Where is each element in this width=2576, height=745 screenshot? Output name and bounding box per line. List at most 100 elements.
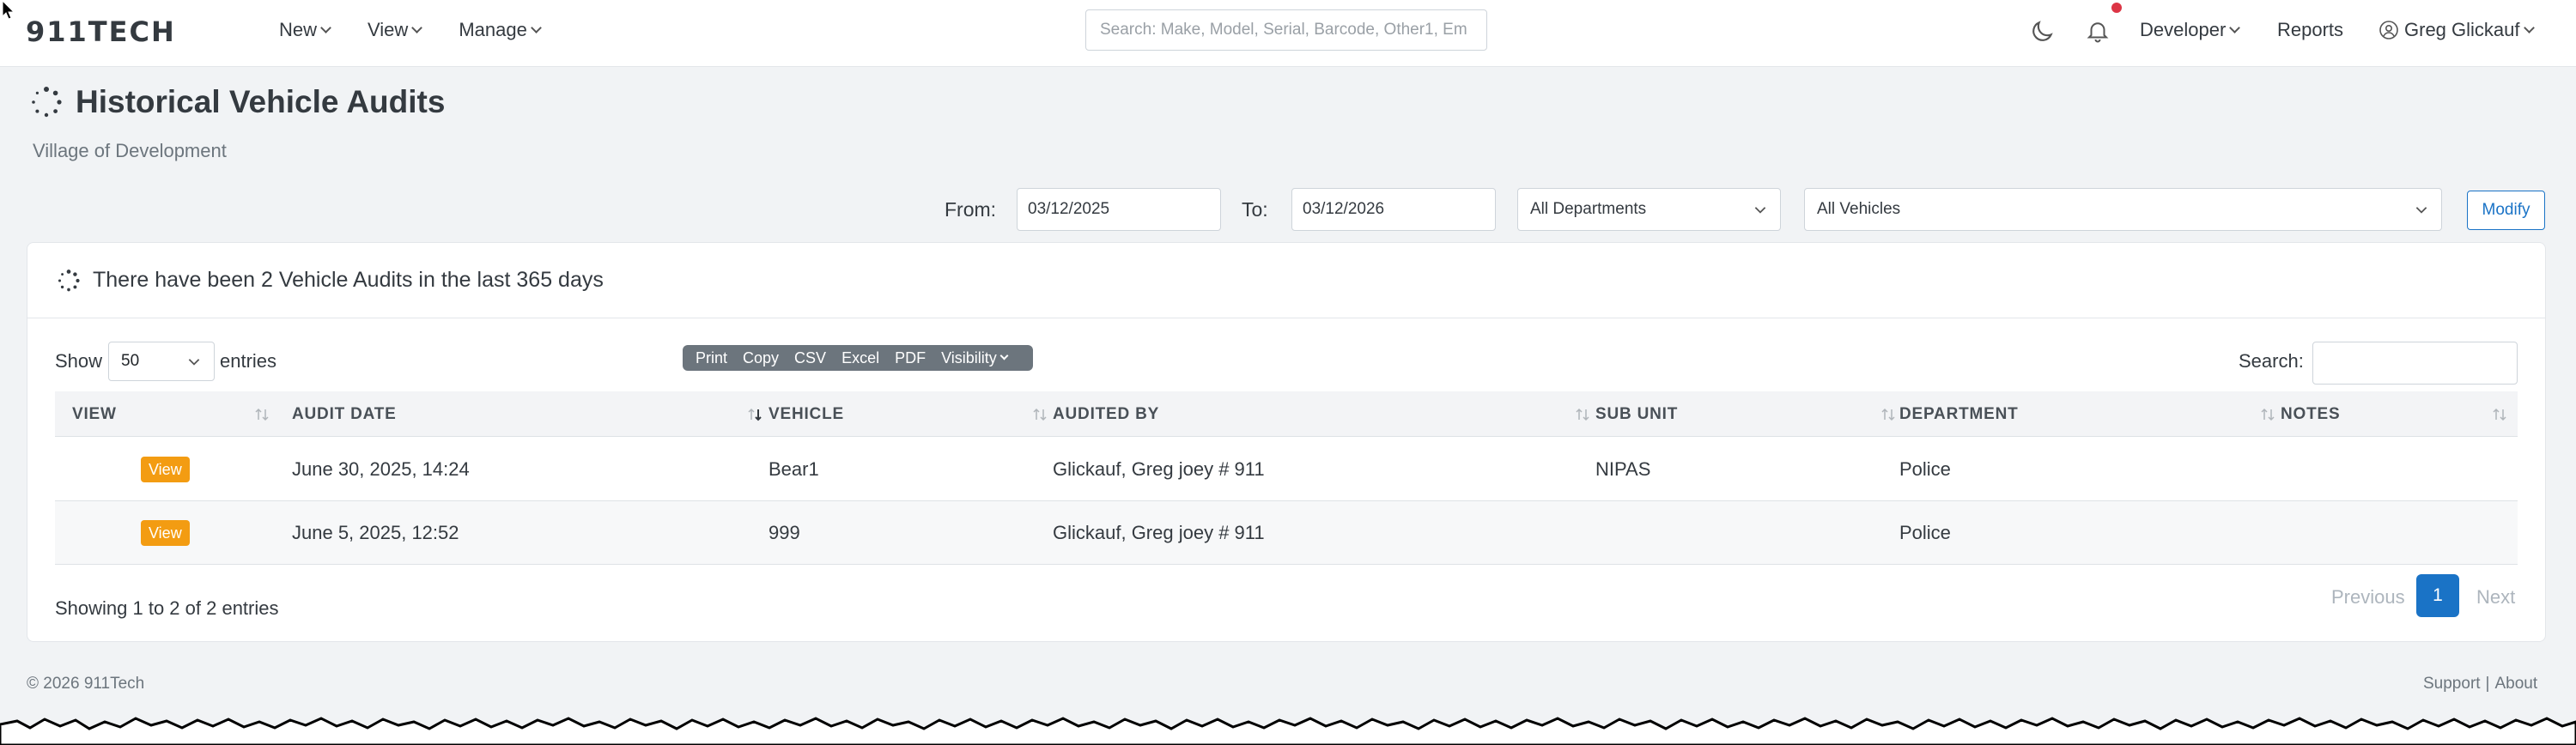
pagination-next[interactable]: Next bbox=[2476, 586, 2515, 609]
chevron-down-icon bbox=[320, 22, 331, 33]
table-row: View June 30, 2025, 14:24 Bear1 Glickauf… bbox=[55, 438, 2518, 501]
chevron-down-icon bbox=[2523, 22, 2535, 33]
page-title: Historical Vehicle Audits bbox=[76, 84, 446, 119]
column-header-sub-unit[interactable]: SUB UNIT bbox=[1595, 391, 1678, 437]
card-header: There have been 2 Vehicle Audits in the … bbox=[27, 243, 2545, 318]
global-search-input[interactable] bbox=[1085, 9, 1487, 51]
entries-select-value: 50 bbox=[121, 352, 140, 370]
vehicle-select-value: All Vehicles bbox=[1817, 200, 1901, 218]
support-link[interactable]: Support bbox=[2423, 675, 2481, 694]
table-row: View June 5, 2025, 12:52 999 Glickauf, G… bbox=[55, 501, 2518, 565]
pdf-button[interactable]: PDF bbox=[887, 345, 933, 371]
export-button-group: Print Copy CSV Excel PDF Visibility bbox=[683, 345, 1033, 371]
menu-view-label: View bbox=[368, 19, 409, 40]
audit-date-cell: June 5, 2025, 12:52 bbox=[292, 522, 459, 543]
sort-icon[interactable] bbox=[252, 405, 271, 424]
audited-by-cell: Glickauf, Greg joey # 911 bbox=[1053, 458, 1265, 480]
dark-mode-moon-icon[interactable] bbox=[2028, 18, 2056, 45]
table-search-input[interactable] bbox=[2312, 342, 2518, 385]
department-cell: Police bbox=[1899, 522, 1951, 543]
table-header-row: VIEW AUDIT DATE VEHICLE AUDITED BY SUB U… bbox=[55, 391, 2518, 437]
chevron-down-icon bbox=[188, 359, 200, 366]
view-audit-button[interactable]: View bbox=[141, 457, 190, 482]
footer-copyright: © 2026 911Tech bbox=[27, 675, 145, 693]
csv-button[interactable]: CSV bbox=[787, 345, 834, 371]
sort-icon[interactable] bbox=[1030, 405, 1049, 424]
audits-card: There have been 2 Vehicle Audits in the … bbox=[27, 242, 2546, 642]
sort-icon[interactable] bbox=[2490, 405, 2509, 424]
column-header-audit-date[interactable]: AUDIT DATE bbox=[292, 391, 397, 437]
sub-unit-cell: NIPAS bbox=[1595, 458, 1651, 480]
pagination-page-1[interactable]: 1 bbox=[2416, 574, 2459, 617]
card-title: There have been 2 Vehicle Audits in the … bbox=[93, 268, 604, 292]
menu-view[interactable]: View bbox=[368, 19, 423, 41]
user-menu-label: Greg Glickauf bbox=[2404, 19, 2520, 40]
loading-spinner-icon bbox=[58, 269, 80, 291]
department-select-value: All Departments bbox=[1530, 200, 1647, 218]
sort-icon[interactable] bbox=[2258, 405, 2277, 424]
menu-new[interactable]: New bbox=[279, 19, 331, 41]
visibility-button[interactable]: Visibility bbox=[933, 345, 1015, 371]
column-header-vehicle[interactable]: VEHICLE bbox=[769, 391, 844, 437]
about-link[interactable]: About bbox=[2494, 675, 2537, 694]
page-subtitle: Village of Development bbox=[33, 140, 227, 161]
reports-link[interactable]: Reports bbox=[2277, 19, 2343, 41]
column-header-view[interactable]: VIEW bbox=[72, 391, 117, 437]
audit-date-cell: June 30, 2025, 14:24 bbox=[292, 458, 470, 480]
from-date-input[interactable] bbox=[1017, 188, 1221, 231]
sort-icon[interactable] bbox=[1573, 405, 1592, 424]
footer-links: Support | About bbox=[2423, 675, 2537, 694]
modify-button[interactable]: Modify bbox=[2467, 191, 2545, 230]
notification-dot bbox=[2111, 3, 2122, 13]
excel-button[interactable]: Excel bbox=[834, 345, 887, 371]
visibility-button-label: Visibility bbox=[941, 348, 997, 366]
chevron-down-icon bbox=[999, 351, 1009, 360]
table-search-label: Search: bbox=[2239, 350, 2304, 372]
developer-menu-label: Developer bbox=[2140, 19, 2227, 40]
chevron-down-icon bbox=[411, 22, 423, 33]
user-circle-icon bbox=[2379, 21, 2398, 39]
menu-new-label: New bbox=[279, 19, 318, 40]
table-info: Showing 1 to 2 of 2 entries bbox=[55, 597, 279, 619]
loading-spinner-icon bbox=[32, 87, 62, 118]
show-label: Show bbox=[55, 350, 103, 372]
page-header: Historical Vehicle Audits bbox=[29, 84, 445, 120]
from-label: From: bbox=[945, 198, 997, 221]
notification-bell-icon[interactable] bbox=[2085, 17, 2111, 45]
to-date-input[interactable] bbox=[1291, 188, 1496, 231]
to-label: To: bbox=[1242, 198, 1268, 221]
menu-manage-label: Manage bbox=[459, 19, 527, 40]
view-audit-button[interactable]: View bbox=[141, 520, 190, 546]
view-cell: View bbox=[141, 438, 190, 501]
user-menu[interactable]: Greg Glickauf bbox=[2379, 19, 2535, 41]
vehicle-cell: Bear1 bbox=[769, 458, 819, 480]
chevron-down-icon bbox=[1754, 207, 1766, 214]
column-header-notes[interactable]: NOTES bbox=[2281, 391, 2340, 437]
print-button[interactable]: Print bbox=[688, 345, 735, 371]
entries-per-page-select[interactable]: 50 bbox=[108, 342, 215, 381]
copy-button[interactable]: Copy bbox=[735, 345, 787, 371]
chevron-down-icon bbox=[530, 22, 542, 33]
chevron-down-icon bbox=[2415, 207, 2427, 214]
department-select[interactable]: All Departments bbox=[1517, 188, 1781, 231]
developer-menu[interactable]: Developer bbox=[2140, 19, 2241, 41]
brand-logo[interactable]: 911TECH bbox=[26, 15, 176, 48]
pagination-previous[interactable]: Previous bbox=[2331, 586, 2405, 609]
chevron-down-icon bbox=[2229, 22, 2241, 33]
mouse-cursor-icon bbox=[2, 0, 15, 20]
column-header-audited-by[interactable]: AUDITED BY bbox=[1053, 391, 1159, 437]
column-header-department[interactable]: DEPARTMENT bbox=[1899, 391, 2019, 437]
department-cell: Police bbox=[1899, 458, 1951, 480]
entries-label: entries bbox=[220, 350, 277, 372]
main-menu: New View Manage bbox=[279, 19, 542, 41]
top-navbar: 911TECH New View Manage Developer Report… bbox=[0, 0, 2576, 67]
footer-separator: | bbox=[2485, 675, 2490, 693]
sort-icon[interactable] bbox=[1879, 405, 1898, 424]
vehicle-select[interactable]: All Vehicles bbox=[1804, 188, 2442, 231]
vehicle-cell: 999 bbox=[769, 522, 800, 543]
sort-descending-icon[interactable] bbox=[745, 405, 764, 424]
view-cell: View bbox=[141, 501, 190, 565]
torn-edge-decoration bbox=[0, 717, 2576, 745]
audited-by-cell: Glickauf, Greg joey # 911 bbox=[1053, 522, 1265, 543]
menu-manage[interactable]: Manage bbox=[459, 19, 542, 41]
